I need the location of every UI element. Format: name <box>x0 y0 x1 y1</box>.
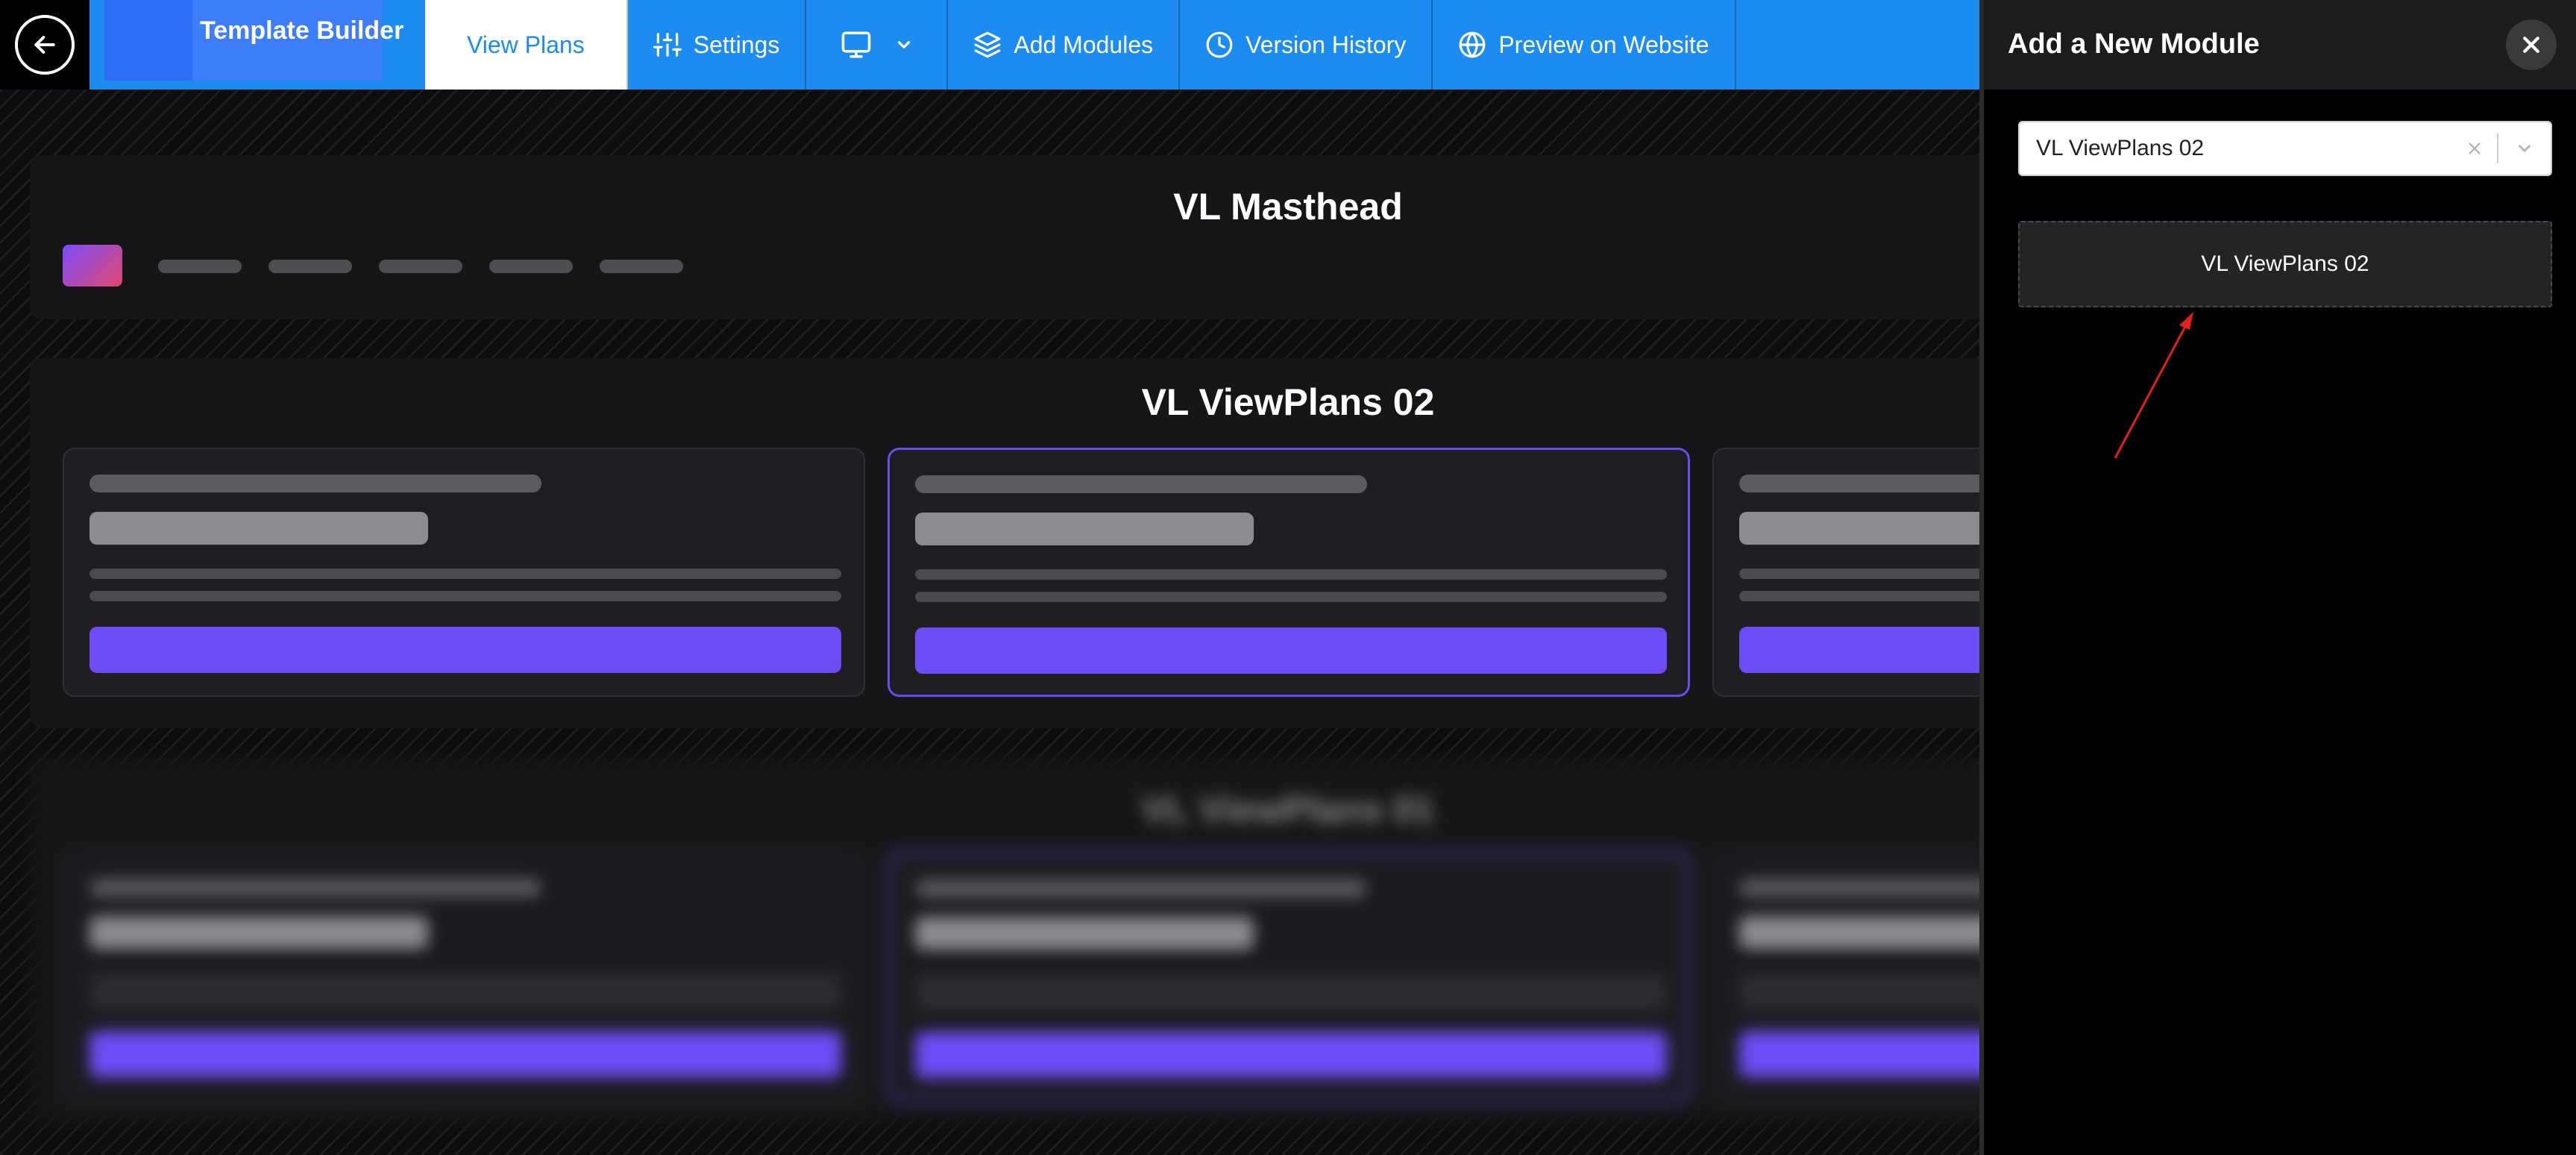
tab-add-modules-label: Add Modules <box>1014 31 1154 58</box>
plan-card-button <box>89 1031 841 1077</box>
tab-settings-label: Settings <box>693 31 780 58</box>
brand-area: Template Builder <box>89 0 425 90</box>
plan-card-featured <box>888 852 1690 1101</box>
plan-card-title-placeholder <box>89 512 428 545</box>
plan-card-text-placeholder <box>915 974 1667 1011</box>
plan-card-text-placeholder <box>89 569 841 579</box>
top-nav-bar: Template Builder View Plans Settings Add… <box>0 0 1979 90</box>
back-button-area <box>0 0 89 90</box>
template-builder-app: Template Builder View Plans Settings Add… <box>0 0 2576 1155</box>
masthead-logo-placeholder <box>63 245 122 287</box>
close-icon <box>2523 37 2539 53</box>
panel-title: Add a New Module <box>2008 28 2260 60</box>
plan-card-text-placeholder <box>89 973 841 1010</box>
masthead-link-placeholder <box>489 260 573 273</box>
close-panel-button[interactable] <box>2506 19 2557 70</box>
select-dropdown-toggle[interactable] <box>2498 121 2551 176</box>
plan-card-text-placeholder <box>915 569 1667 580</box>
plan-card <box>63 448 865 697</box>
masthead-module[interactable]: VL Masthead <box>30 155 2043 319</box>
module-search-select[interactable]: VL ViewPlans 02 <box>2018 121 2552 176</box>
device-preview-dropdown[interactable] <box>806 0 949 90</box>
module-select-value: VL ViewPlans 02 <box>2036 136 2205 160</box>
add-module-panel: Add a New Module VL ViewPlans 02 VL View… <box>1979 0 2576 1155</box>
clear-selection-button[interactable] <box>2452 121 2497 176</box>
plan-card-eyebrow-placeholder <box>89 475 541 492</box>
tab-preview-website-label: Preview on Website <box>1498 31 1709 58</box>
plan-card-eyebrow-placeholder <box>915 880 1367 898</box>
plan-card-title-placeholder <box>915 917 1254 950</box>
plan-card-title-placeholder <box>915 513 1254 545</box>
blurred-viewplans-module: VL ViewPlans 01 <box>0 758 2515 1155</box>
arrow-left-icon <box>34 36 55 54</box>
monitor-icon <box>842 31 871 58</box>
tab-view-plans-label: View Plans <box>467 31 585 58</box>
viewplans-module[interactable]: VL ViewPlans 02 <box>30 358 2515 728</box>
chevron-down-icon <box>2519 145 2531 152</box>
plan-card-text-placeholder <box>89 591 841 601</box>
module-option-card[interactable]: VL ViewPlans 02 <box>2018 221 2552 307</box>
masthead-link-placeholder <box>268 260 352 273</box>
plan-card-eyebrow-placeholder <box>89 879 541 897</box>
app-title: Template Builder <box>200 16 404 45</box>
tab-settings[interactable]: Settings <box>628 0 807 90</box>
panel-header: Add a New Module <box>1984 0 2576 90</box>
back-button[interactable] <box>15 15 75 75</box>
clear-x-icon <box>2469 143 2481 154</box>
plan-card-featured <box>888 448 1690 697</box>
clock-icon <box>1206 31 1233 58</box>
tab-preview-website[interactable]: Preview on Website <box>1433 0 1736 90</box>
plan-card-title-placeholder <box>89 916 428 949</box>
plan-card-button <box>915 1032 1667 1078</box>
tab-add-modules[interactable]: Add Modules <box>948 0 1181 90</box>
brand-logo-mark <box>104 0 192 81</box>
tab-view-plans[interactable]: View Plans <box>425 0 628 90</box>
tab-version-history-label: Version History <box>1245 31 1407 58</box>
globe-icon <box>1459 31 1486 58</box>
plan-card <box>63 852 865 1101</box>
tab-version-history[interactable]: Version History <box>1180 0 1433 90</box>
plan-card-eyebrow-placeholder <box>915 475 1367 493</box>
chevron-down-icon <box>898 41 911 48</box>
sliders-icon <box>653 33 682 57</box>
plan-card-text-placeholder <box>915 592 1667 602</box>
blurred-module-container: VL ViewPlans 01 <box>30 758 2515 1124</box>
module-option-label: VL ViewPlans 02 <box>2201 251 2369 276</box>
masthead-link-placeholder <box>379 260 462 273</box>
plan-card-button <box>89 627 841 673</box>
layers-icon <box>974 31 1001 58</box>
masthead-link-placeholder <box>158 260 242 273</box>
builder-canvas: VL Masthead VL ViewPlans 02 VL ViewPlans… <box>0 90 2515 1155</box>
masthead-link-placeholder <box>600 260 683 273</box>
plan-card-button <box>915 627 1667 674</box>
